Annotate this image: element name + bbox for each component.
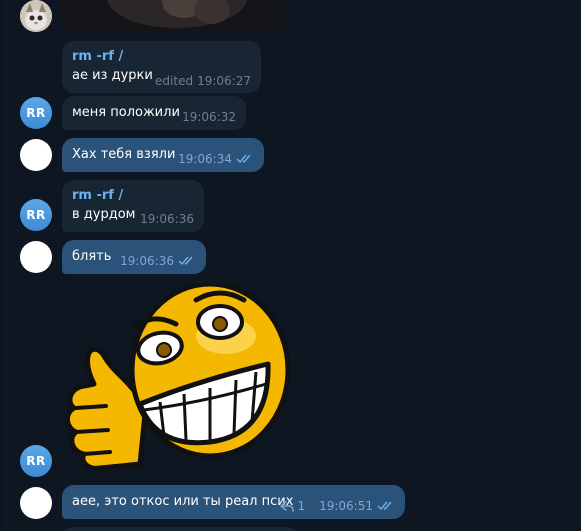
- avatar-initials: RR: [26, 208, 46, 222]
- replies-counter[interactable]: 1: [280, 499, 305, 513]
- message-bubble[interactable]: rm -rf / ае из дурки edited 19:06:27: [62, 41, 261, 93]
- message-bubble-outgoing[interactable]: аее, это откос или ты реал псих 1 19:06:…: [62, 485, 405, 519]
- avatar-initials: RR: [26, 106, 46, 120]
- message-time: 19:06:51: [319, 499, 373, 513]
- message-meta: 1 19:06:51: [280, 499, 395, 513]
- message-time: 19:06:27: [197, 74, 251, 88]
- message-text: Хах тебя взяли: [72, 147, 176, 162]
- sender-avatar-rr[interactable]: RR: [20, 199, 52, 231]
- message-time: 19:06:34: [178, 152, 232, 166]
- message-text: ае из дурки: [72, 68, 153, 83]
- message-time: 19:06:36: [140, 212, 194, 226]
- cat-avatar-image: [20, 0, 52, 32]
- sender-name[interactable]: rm -rf /: [72, 188, 123, 203]
- sender-avatar-rr[interactable]: RR: [20, 445, 52, 477]
- edited-label: edited: [155, 74, 194, 88]
- chat-left-border: [6, 0, 7, 531]
- message-text: в дурдом: [72, 207, 136, 222]
- double-check-icon: [377, 501, 392, 511]
- message-bubble-outgoing[interactable]: блять 19:06:36: [62, 240, 206, 274]
- message-text: блять: [72, 249, 112, 264]
- message-meta: 19:06:34: [178, 152, 254, 166]
- photo-content: [62, 0, 286, 32]
- avatar-initials: RR: [26, 454, 46, 468]
- message-bubble[interactable]: меня положили 19:06:32: [62, 96, 246, 130]
- replies-count: 1: [297, 499, 306, 513]
- double-check-icon: [236, 154, 251, 164]
- message-bubble-outgoing[interactable]: Хах тебя взяли 19:06:34: [62, 138, 264, 172]
- message-time: 19:06:32: [182, 110, 236, 124]
- smiley-face: [129, 284, 290, 459]
- message-meta: 19:06:32: [182, 110, 236, 124]
- message-time: 19:06:36: [120, 254, 174, 268]
- message-bubble-partial[interactable]: [62, 527, 298, 531]
- message-text: меня положили: [72, 105, 180, 120]
- photo-message-partial[interactable]: [62, 0, 286, 32]
- sender-name[interactable]: rm -rf /: [72, 49, 123, 64]
- message-meta: edited 19:06:27: [155, 74, 251, 88]
- thumbs-up-smiley-sticker[interactable]: [60, 284, 290, 474]
- reply-arrow-icon: [280, 500, 295, 512]
- message-meta: 19:06:36: [120, 254, 196, 268]
- message-text: аее, это откос или ты реал псих: [72, 494, 294, 509]
- chat-history[interactable]: rm -rf / ае из дурки edited 19:06:27 RR …: [0, 0, 581, 531]
- own-avatar[interactable]: [20, 139, 52, 171]
- own-avatar[interactable]: [20, 241, 52, 273]
- message-bubble[interactable]: rm -rf / в дурдом 19:06:36: [62, 180, 204, 232]
- own-avatar[interactable]: [20, 487, 52, 519]
- user-avatar-cat[interactable]: [20, 0, 52, 32]
- double-check-icon: [178, 256, 193, 266]
- sender-avatar-rr[interactable]: RR: [20, 97, 52, 129]
- message-meta: 19:06:36: [140, 212, 194, 226]
